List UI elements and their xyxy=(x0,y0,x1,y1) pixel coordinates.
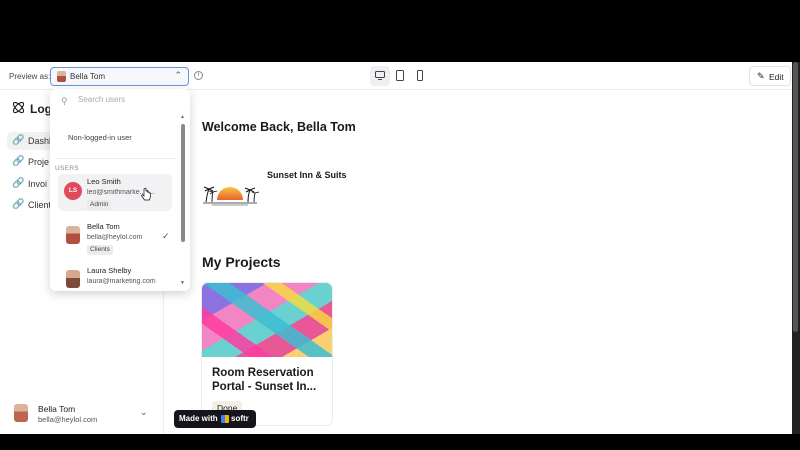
sidebar-user-email: bella@heylol.com xyxy=(38,415,98,424)
chevron-up-icon: ⌃ xyxy=(174,70,182,80)
made-with-softr-badge[interactable]: Made with softr xyxy=(174,410,256,428)
project-card-image xyxy=(202,283,332,357)
mobile-view-button[interactable] xyxy=(410,66,430,86)
link-icon: 🔗 xyxy=(12,178,25,189)
avatar: LS xyxy=(64,182,82,200)
mobile-icon xyxy=(417,70,423,81)
search-input[interactable] xyxy=(78,95,178,104)
app-logo-text[interactable]: Log xyxy=(30,102,52,116)
user-option-bella-tom[interactable]: Bella Tom bella@heylol.com Clients ✓ xyxy=(58,219,172,256)
user-option-leo-smith[interactable]: LS Leo Smith leo@smithmarke...c... Admin xyxy=(58,174,172,211)
scroll-up-icon[interactable]: ▲ xyxy=(180,114,185,120)
page-scrollbar[interactable] xyxy=(792,62,800,434)
link-icon: 🔗 xyxy=(12,156,25,167)
non-logged-in-option[interactable]: Non-logged-in user xyxy=(68,133,132,142)
role-badge: Admin xyxy=(87,200,112,210)
preview-as-label: Preview as: xyxy=(9,72,51,81)
edit-button[interactable]: ✎ Edit xyxy=(749,66,791,86)
atom-logo-icon xyxy=(12,101,25,114)
dropdown-scrollbar[interactable] xyxy=(181,124,185,242)
user-search: ⚲ xyxy=(56,92,184,112)
device-switcher xyxy=(368,66,430,86)
sidebar-user-menu[interactable]: Bella Tom bella@heylol.com ⌄ xyxy=(0,396,163,434)
users-section-label: USERS xyxy=(55,165,79,172)
desktop-view-button[interactable] xyxy=(370,66,390,86)
avatar xyxy=(66,270,80,288)
link-icon: 🔗 xyxy=(12,199,25,210)
softr-logo-icon xyxy=(221,415,229,423)
sidebar-user-name: Bella Tom xyxy=(38,404,76,414)
pencil-icon: ✎ xyxy=(757,71,765,81)
role-badge: Clients xyxy=(87,245,113,255)
avatar xyxy=(66,226,80,244)
tablet-view-button[interactable] xyxy=(390,66,410,86)
my-projects-heading: My Projects xyxy=(202,254,281,270)
desktop-icon xyxy=(375,71,385,78)
selected-user-name: Bella Tom xyxy=(70,72,105,81)
user-avatar xyxy=(57,71,66,82)
app-frame: Preview as: Bella Tom ⌃ i ✎ Edit Log 🔗 D… xyxy=(0,62,796,434)
company-name: Sunset Inn & Suits xyxy=(267,170,347,180)
hand-cursor-icon xyxy=(141,188,151,201)
user-option-laura-shelby[interactable]: Laura Shelby laura@marketing.com xyxy=(58,263,172,291)
search-icon: ⚲ xyxy=(61,96,68,106)
divider xyxy=(56,158,176,159)
page-scrollbar-thumb[interactable] xyxy=(793,62,798,332)
info-icon[interactable]: i xyxy=(194,71,203,80)
avatar xyxy=(14,404,28,422)
preview-toolbar: Preview as: Bella Tom ⌃ i ✎ Edit xyxy=(0,62,796,90)
sunset-logo-image xyxy=(203,186,260,206)
preview-user-select[interactable]: Bella Tom ⌃ xyxy=(50,67,189,86)
project-card[interactable]: Room Reservation Portal - Sunset In... D… xyxy=(201,282,333,426)
project-card-title: Room Reservation Portal - Sunset In... xyxy=(212,367,317,393)
chevron-down-icon: ⌄ xyxy=(140,407,148,417)
link-icon: 🔗 xyxy=(12,135,25,146)
scroll-down-icon[interactable]: ▼ xyxy=(180,280,185,286)
tablet-icon xyxy=(396,70,404,81)
checkmark-icon: ✓ xyxy=(162,231,170,241)
user-dropdown: ⚲ ▲ Non-logged-in user USERS LS Leo Smit… xyxy=(50,89,190,291)
welcome-heading: Welcome Back, Bella Tom xyxy=(202,120,356,134)
